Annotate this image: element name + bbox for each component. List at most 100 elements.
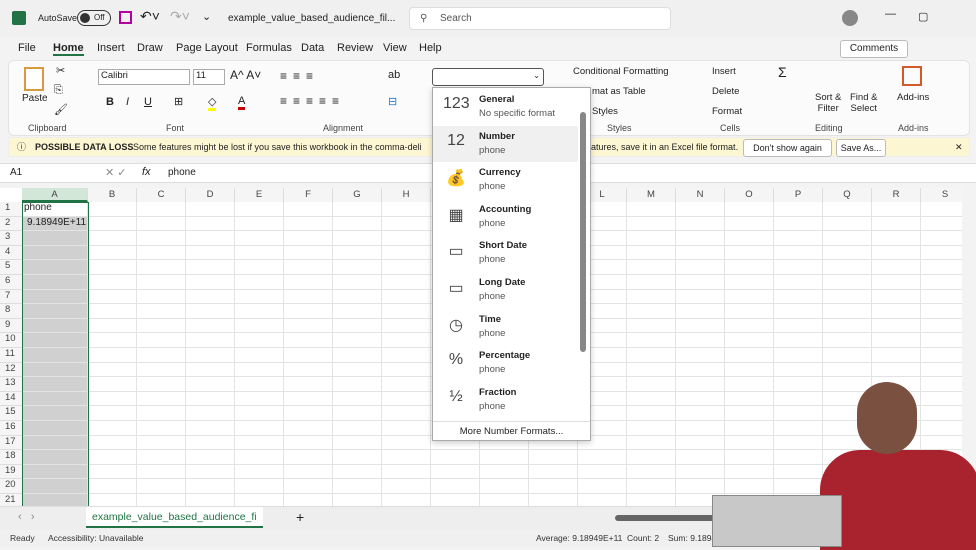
cell[interactable]: [284, 348, 333, 363]
cell[interactable]: [333, 275, 382, 290]
column-header[interactable]: E: [235, 188, 284, 202]
cell[interactable]: [137, 304, 186, 319]
cell[interactable]: [382, 435, 431, 451]
cell[interactable]: [235, 406, 284, 421]
cell[interactable]: [431, 450, 480, 465]
cell[interactable]: [137, 348, 186, 363]
format-option-accounting[interactable]: ▦ Accounting phone: [433, 199, 578, 235]
cell[interactable]: [235, 260, 284, 275]
row-header[interactable]: 3: [0, 231, 22, 246]
tab-view[interactable]: View: [383, 42, 407, 54]
close-icon[interactable]: ✕: [955, 138, 963, 156]
cell[interactable]: [774, 304, 823, 319]
cell[interactable]: [333, 391, 382, 407]
cell[interactable]: [186, 406, 235, 421]
cell[interactable]: [872, 260, 921, 275]
cell[interactable]: [725, 231, 774, 246]
cell[interactable]: [823, 231, 872, 246]
cell[interactable]: [333, 435, 382, 451]
row-header[interactable]: 1: [0, 202, 22, 217]
cell[interactable]: [921, 319, 962, 334]
cell[interactable]: [480, 450, 529, 465]
cell[interactable]: [137, 275, 186, 290]
cell[interactable]: [529, 464, 578, 480]
dropdown-scrollbar[interactable]: [580, 112, 586, 352]
cell[interactable]: [284, 450, 333, 465]
cell[interactable]: [627, 377, 676, 392]
cell[interactable]: [88, 245, 137, 261]
align-row-icons[interactable]: ≡≡≡≡≡: [280, 94, 345, 108]
column-header[interactable]: S: [921, 188, 962, 202]
cell[interactable]: [774, 231, 823, 246]
cell[interactable]: [186, 494, 235, 506]
cell[interactable]: [186, 479, 235, 494]
cell[interactable]: [382, 377, 431, 392]
number-format-select[interactable]: ⌄: [432, 68, 544, 86]
add-sheet-icon[interactable]: +: [296, 509, 304, 525]
cell[interactable]: [186, 333, 235, 348]
cell[interactable]: [921, 290, 962, 305]
cell[interactable]: [382, 275, 431, 290]
cell[interactable]: [235, 275, 284, 290]
tab-review[interactable]: Review: [337, 42, 373, 54]
cell[interactable]: [137, 289, 186, 305]
cell[interactable]: [431, 494, 480, 506]
sheet-tab[interactable]: example_value_based_audience_fi: [86, 507, 263, 528]
cell[interactable]: [823, 348, 872, 363]
cell[interactable]: [333, 406, 382, 421]
fx-icon[interactable]: fx: [142, 166, 151, 178]
cell[interactable]: [921, 348, 962, 363]
cell[interactable]: [284, 479, 333, 494]
cell[interactable]: [333, 260, 382, 275]
cell[interactable]: [284, 304, 333, 319]
cell[interactable]: [774, 333, 823, 348]
cell[interactable]: [235, 231, 284, 246]
customize-toolbar-icon[interactable]: ⌄: [202, 10, 211, 23]
cell[interactable]: [627, 450, 676, 465]
cell[interactable]: [88, 421, 137, 436]
cell[interactable]: [88, 391, 137, 407]
cell[interactable]: [725, 318, 774, 334]
cell[interactable]: [186, 348, 235, 363]
format-option-time[interactable]: ◷ Time phone: [433, 309, 578, 345]
format-option-general[interactable]: 123 General No specific format: [433, 89, 578, 125]
font-name-select[interactable]: Calibri: [98, 69, 190, 85]
cell[interactable]: [88, 377, 137, 392]
cell[interactable]: [480, 494, 529, 506]
cell[interactable]: [872, 362, 921, 378]
cell[interactable]: [137, 245, 186, 261]
fill-color-icon[interactable]: ◇: [208, 95, 217, 111]
column-header[interactable]: A: [22, 188, 88, 202]
redo-icon[interactable]: ↷˅: [170, 8, 190, 25]
cell[interactable]: [137, 421, 186, 436]
cell[interactable]: [676, 245, 725, 261]
cell[interactable]: [88, 216, 137, 232]
row-header[interactable]: 17: [0, 435, 22, 451]
cell[interactable]: [774, 289, 823, 305]
column-header[interactable]: H: [382, 188, 431, 202]
cell[interactable]: [137, 216, 186, 232]
cell[interactable]: [333, 231, 382, 246]
delete-cells-button[interactable]: Delete: [712, 86, 739, 97]
cell[interactable]: [88, 275, 137, 290]
cell[interactable]: [186, 231, 235, 246]
cell[interactable]: [333, 333, 382, 348]
tab-insert[interactable]: Insert: [97, 42, 125, 54]
cell[interactable]: [235, 377, 284, 392]
cell[interactable]: [186, 450, 235, 465]
sort-filter-button[interactable]: Sort & Filter: [815, 92, 841, 114]
font-color-icon[interactable]: A: [238, 95, 246, 110]
cell[interactable]: [921, 304, 962, 319]
cell[interactable]: [676, 275, 725, 290]
bold-button[interactable]: B: [106, 96, 114, 108]
column-header[interactable]: G: [333, 188, 382, 202]
cell[interactable]: [333, 318, 382, 334]
format-option-currency[interactable]: 💰 Currency phone: [433, 162, 578, 198]
format-option-long-date[interactable]: ▭ Long Date phone: [433, 272, 578, 308]
cell-styles-button[interactable]: Styles: [592, 106, 618, 117]
cell[interactable]: [235, 245, 284, 261]
cell[interactable]: [676, 289, 725, 305]
cell[interactable]: [186, 318, 235, 334]
cell[interactable]: [823, 216, 872, 232]
cell[interactable]: [382, 464, 431, 480]
